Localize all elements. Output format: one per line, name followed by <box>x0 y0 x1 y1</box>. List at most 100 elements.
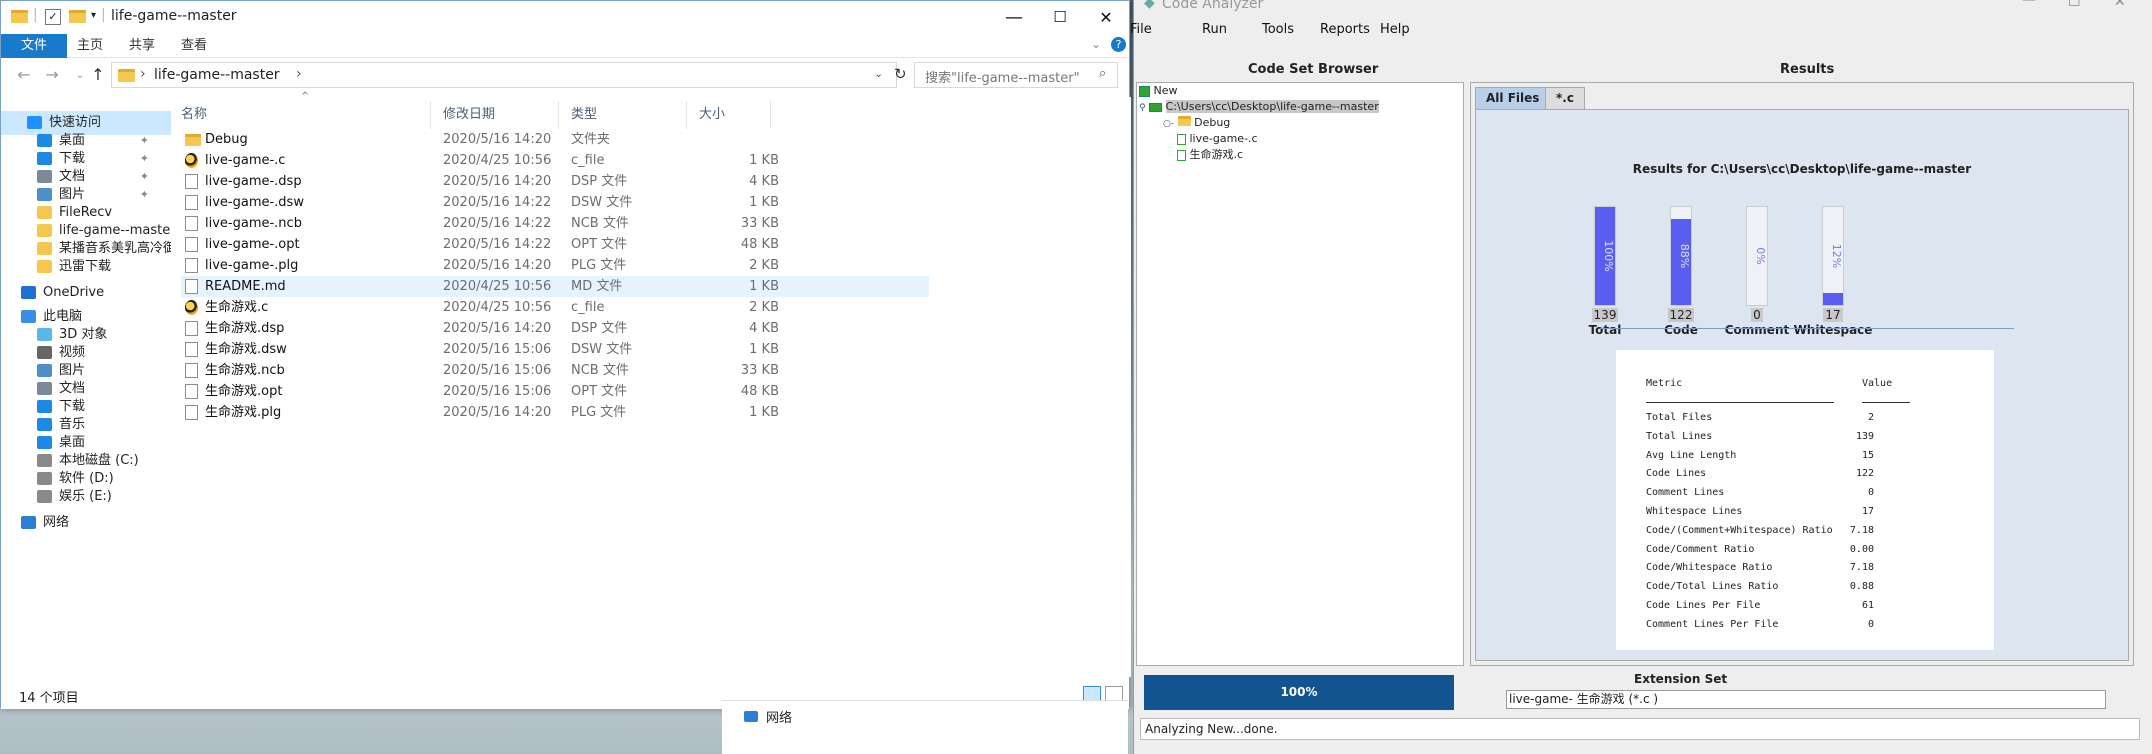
file-date: 2020/5/16 14:20 <box>443 132 552 147</box>
sidebar-item[interactable]: OneDrive <box>1 281 171 305</box>
file-row[interactable]: 生命游戏.opt 2020/5/16 15:06 OPT 文件 48 KB <box>181 381 929 402</box>
analyzer-title-bar[interactable]: ◆ Code Analyzer — ☐ ✕ <box>1134 0 2152 14</box>
menu-tools[interactable]: Tools <box>1262 22 1294 37</box>
sidebar-item[interactable]: 迅雷下载 <box>1 255 171 279</box>
file-row[interactable]: Debug 2020/5/16 14:20 文件夹 <box>181 129 929 150</box>
help-icon[interactable]: ? <box>1111 37 1126 52</box>
qat-dropdown-icon[interactable]: ▾ <box>91 10 96 21</box>
minimize-button[interactable]: — <box>2022 0 2036 8</box>
column-type[interactable]: 类型 <box>563 101 687 129</box>
metric-value: 61 <box>1861 600 1874 611</box>
file-date: 2020/4/25 10:56 <box>443 300 552 315</box>
column-name[interactable]: 名称 <box>173 101 431 129</box>
network-label[interactable]: 网络 <box>766 707 792 726</box>
tree-node-label: live-game-.c <box>1189 132 1258 145</box>
new-folder-icon[interactable] <box>69 10 86 23</box>
menu-help[interactable]: Help <box>1380 22 1410 37</box>
file-size: 1 KB <box>749 342 779 357</box>
bar-chart: 100% 139 Total 88% 122 Code 0% 0 Comment 12% 17 Whi… <box>1476 110 2130 340</box>
back-arrow-icon[interactable]: ← <box>13 64 35 86</box>
metric-name: Code/Comment Ratio <box>1646 543 1755 555</box>
bar-percent-label: 12% <box>1830 243 1843 269</box>
refresh-icon[interactable]: ↻ <box>894 65 907 83</box>
drive-icon <box>37 454 52 467</box>
metric-value: 17 <box>1861 506 1874 517</box>
file-size: 48 KB <box>740 237 779 252</box>
close-button[interactable]: ✕ <box>2114 0 2126 10</box>
up-arrow-icon[interactable]: ↑ <box>87 64 109 86</box>
tab-home[interactable]: 主页 <box>63 34 117 58</box>
metric-row: Code/(Comment+Whitespace) Ratio 7.18 <box>1646 525 1934 544</box>
tab-view[interactable]: 查看 <box>167 34 221 58</box>
file-row[interactable]: 生命游戏.ncb 2020/5/16 15:06 NCB 文件 33 KB <box>181 360 929 381</box>
file-type: DSW 文件 <box>571 342 633 357</box>
file-date: 2020/5/16 15:06 <box>443 342 552 357</box>
file-name: 生命游戏.opt <box>205 384 283 399</box>
address-dropdown-icon[interactable]: ⌄ <box>874 67 883 80</box>
bar-value-label: 122 <box>1667 308 1695 322</box>
file-row[interactable]: live-game-.ncb 2020/5/16 14:22 NCB 文件 33 KB <box>181 213 929 234</box>
file-row[interactable]: live-game-.plg 2020/5/16 14:20 PLG 文件 2 KB <box>181 255 929 276</box>
file-row[interactable]: live-game-.dsp 2020/5/16 14:20 DSP 文件 4 KB <box>181 171 929 192</box>
address-bar[interactable]: › life-game--master › ⌄ <box>111 62 897 88</box>
tab-file[interactable]: 文件 <box>1 34 68 58</box>
breadcrumb-chevron-icon[interactable]: › <box>140 66 146 82</box>
file-row[interactable]: 生命游戏.dsw 2020/5/16 15:06 DSW 文件 1 KB <box>181 339 929 360</box>
tab-all-files[interactable]: All Files <box>1475 87 1551 109</box>
tab-c-files[interactable]: *.c <box>1545 87 1585 109</box>
tree-node-debug[interactable]: ○- Debug <box>1163 115 1230 131</box>
file-row[interactable]: live-game-.opt 2020/5/16 14:22 OPT 文件 48 KB <box>181 234 929 255</box>
sidebar-item[interactable]: 网络 <box>1 511 171 535</box>
bar-value-label: 0 <box>1751 308 1763 322</box>
title-bar[interactable]: | ✓ ▾ | life-game--master — ☐ ✕ <box>1 1 1129 34</box>
tree-node-file[interactable]: live-game-.c <box>1177 131 1258 147</box>
minimize-button[interactable]: — <box>991 1 1037 34</box>
file-row[interactable]: README.md 2020/4/25 10:56 MD 文件 1 KB <box>181 276 929 297</box>
search-input[interactable]: 搜索"life-game--master" <box>925 67 1080 86</box>
expand-ribbon-icon[interactable]: ⌄ <box>1091 37 1101 51</box>
file-row[interactable]: live-game-.dsw 2020/5/16 14:22 DSW 文件 1 KB <box>181 192 929 213</box>
maximize-button[interactable]: ☐ <box>1037 1 1083 34</box>
column-date[interactable]: 修改日期 <box>435 101 559 129</box>
header-underline <box>1862 402 1910 403</box>
extension-set-field[interactable]: live-game- 生命游戏 (*.c ) <box>1506 690 2106 709</box>
menu-run[interactable]: Run <box>1202 22 1227 37</box>
search-box[interactable]: 搜索"life-game--master" ⌕ <box>914 62 1118 88</box>
breadcrumb-current[interactable]: life-game--master <box>154 67 280 83</box>
file-row[interactable]: 生命游戏.plg 2020/5/16 14:20 PLG 文件 1 KB <box>181 402 929 423</box>
close-button[interactable]: ✕ <box>1083 1 1129 34</box>
document-icon <box>37 170 52 183</box>
maximize-button[interactable]: ☐ <box>2068 0 2081 10</box>
breadcrumb-chevron-icon[interactable]: › <box>296 66 302 82</box>
file-type: DSP 文件 <box>571 174 628 189</box>
results-title: Results <box>1780 62 1835 77</box>
bar-value-label: 17 <box>1823 308 1843 322</box>
file-row[interactable]: 生命游戏.c 2020/4/25 10:56 c_file 2 KB <box>181 297 929 318</box>
document-icon <box>185 384 198 399</box>
file-size: 33 KB <box>740 363 779 378</box>
file-size: 4 KB <box>749 321 779 336</box>
sidebar-item[interactable]: 娱乐 (E:) <box>1 485 171 509</box>
tree-path-node[interactable]: ⚲ C:\Users\cc\Desktop\life-game--master <box>1139 99 1379 115</box>
properties-icon[interactable]: ✓ <box>45 9 61 25</box>
column-size[interactable]: 大小 <box>691 101 771 129</box>
tree-expand-icon[interactable]: ⚲ <box>1139 103 1146 113</box>
metric-name: Code Lines Per File <box>1646 600 1761 611</box>
download-icon <box>37 400 52 413</box>
background-window-fragment: 网络 <box>722 700 1128 754</box>
file-row[interactable]: 生命游戏.dsp 2020/5/16 14:20 DSP 文件 4 KB <box>181 318 929 339</box>
tree-root[interactable]: New <box>1139 83 1178 99</box>
tree-collapse-icon[interactable]: ○- <box>1163 119 1174 129</box>
tab-share[interactable]: 共享 <box>115 34 169 58</box>
metric-value: 7.18 <box>1849 524 1874 536</box>
search-icon[interactable]: ⌕ <box>1099 66 1106 81</box>
file-rows: Debug 2020/5/16 14:20 文件夹 live-game-.c 2020/… <box>173 129 1131 529</box>
forward-arrow-icon[interactable]: → <box>41 64 63 86</box>
file-row[interactable]: live-game-.c 2020/4/25 10:56 c_file 1 KB <box>181 150 929 171</box>
file-name: 生命游戏.c <box>205 300 269 315</box>
metric-value: 15 <box>1861 449 1874 461</box>
menu-reports[interactable]: Reports <box>1320 22 1370 37</box>
tree-node-file[interactable]: 生命游戏.c <box>1177 147 1243 163</box>
menu-file[interactable]: File <box>1130 22 1152 37</box>
bar-value: 122 <box>1661 308 1701 322</box>
